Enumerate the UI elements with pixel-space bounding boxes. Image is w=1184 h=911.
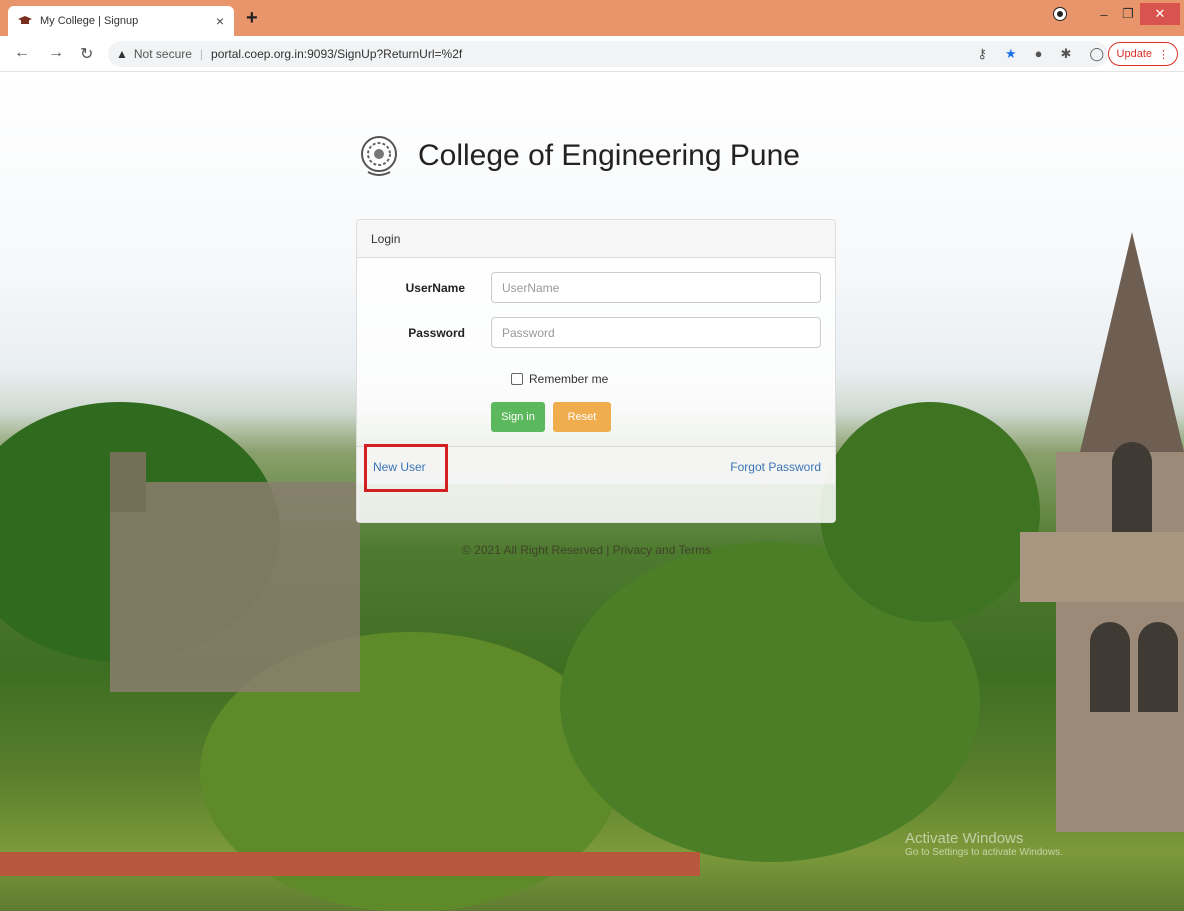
watermark-title: Activate Windows (905, 830, 1024, 847)
remember-checkbox[interactable] (511, 373, 523, 385)
graduation-cap-icon (18, 16, 32, 24)
key-icon[interactable]: ⚷ (977, 46, 987, 62)
extension-icons: ⚷ ★ ● ✱ ◯ (977, 46, 1104, 62)
remember-me[interactable]: Remember me (511, 372, 608, 386)
forgot-password-link[interactable]: Forgot Password (730, 460, 821, 474)
warning-icon[interactable]: ▲ (116, 47, 128, 61)
clock-tower (1020, 152, 1184, 832)
tab-title: My College | Signup (40, 15, 139, 27)
heritage-building (110, 452, 360, 692)
college-crest-icon (361, 136, 397, 176)
username-row: UserName (357, 272, 837, 303)
password-row: Password (357, 317, 837, 348)
login-actions: Sign in Reset (491, 402, 611, 432)
new-tab-button[interactable]: + (246, 7, 258, 30)
back-icon[interactable]: ← (14, 44, 30, 62)
password-label: Password (408, 325, 465, 340)
window-controls: – ❐ ✕ (1054, 0, 1184, 28)
record-icon[interactable] (1054, 8, 1066, 20)
puzzle-icon[interactable]: ✱ (1061, 46, 1072, 62)
bookmark-star-icon[interactable]: ★ (1005, 46, 1017, 62)
minimize-button[interactable]: – (1092, 7, 1116, 22)
page-content: Activate Windows Go to Settings to activ… (0, 72, 1184, 911)
update-button[interactable]: Update ⋮ (1107, 42, 1178, 66)
password-input[interactable] (491, 317, 821, 348)
address-bar: ← → ↻ ▲ Not secure | portal.coep.org.in:… (0, 36, 1184, 72)
update-label: Update (1116, 48, 1152, 60)
username-label: UserName (405, 280, 465, 295)
college-brand: College of Engineering Pune (360, 134, 800, 178)
watermark-subtitle: Go to Settings to activate Windows. (905, 847, 1063, 858)
sign-in-button[interactable]: Sign in (491, 402, 545, 432)
close-window-button[interactable]: ✕ (1140, 3, 1180, 25)
roof-strip (0, 852, 700, 876)
page-title: College of Engineering Pune (418, 139, 800, 172)
browser-tab[interactable]: My College | Signup × (8, 6, 234, 36)
copyright-text: © 2021 All Right Reserved | Privacy and … (462, 543, 712, 557)
omnibox[interactable]: ▲ Not secure | portal.coep.org.in:9093/S… (108, 41, 1108, 67)
new-user-highlight-box (364, 444, 448, 492)
security-label[interactable]: Not secure (134, 47, 192, 61)
browser-tab-bar: My College | Signup × + – ❐ ✕ (0, 0, 1184, 36)
login-heading: Login (357, 220, 835, 258)
tab-close-icon[interactable]: × (216, 13, 224, 29)
remember-label[interactable]: Remember me (529, 372, 608, 386)
reload-icon[interactable]: ↻ (80, 44, 93, 64)
tree-cluster (820, 402, 1040, 622)
username-input[interactable] (491, 272, 821, 303)
profile-icon[interactable]: ◯ (1089, 46, 1104, 62)
windows-activation-watermark: Activate Windows Go to Settings to activ… (905, 830, 1063, 858)
forward-icon[interactable]: → (48, 44, 64, 62)
extension-icon[interactable]: ● (1035, 46, 1043, 62)
reset-button[interactable]: Reset (553, 402, 611, 432)
menu-dots-icon: ⋮ (1158, 48, 1169, 61)
restore-button[interactable]: ❐ (1116, 6, 1140, 22)
omnibox-divider: | (199, 47, 204, 61)
url-text[interactable]: portal.coep.org.in:9093/SignUp?ReturnUrl… (211, 47, 462, 61)
